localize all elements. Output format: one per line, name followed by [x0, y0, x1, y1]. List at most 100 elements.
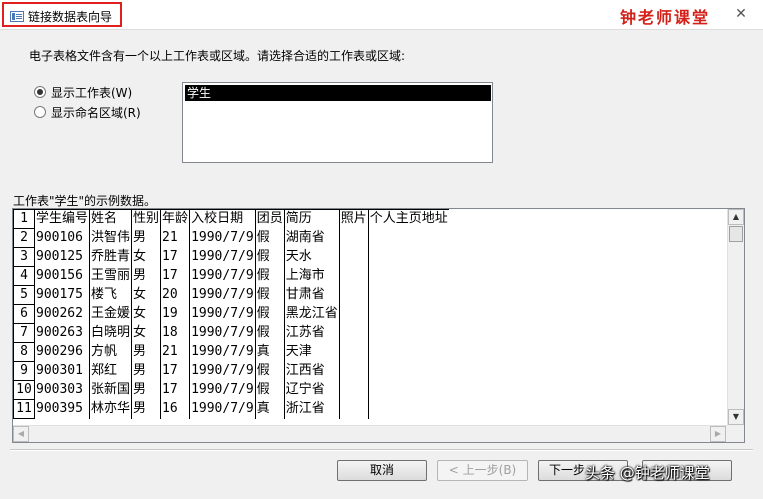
footer-divider: [10, 449, 753, 451]
scroll-left-icon[interactable]: ◀: [13, 426, 29, 442]
option-show-worksheets[interactable]: 显示工作表(W): [34, 84, 132, 100]
scroll-right-icon[interactable]: ▶: [710, 426, 726, 442]
row-number-cell: 5: [13, 285, 35, 305]
table-cell: 男: [131, 266, 161, 286]
table-cell: 照片: [338, 209, 369, 229]
table-row: 3 900125 乔胜青女 17 1990/7/9 假天水: [13, 247, 449, 267]
scroll-down-icon[interactable]: ▼: [728, 409, 744, 425]
table-cell: 男: [131, 361, 161, 381]
table-cell: 17: [160, 247, 190, 267]
table-cell: 900301: [33, 361, 90, 381]
table-cell: [367, 247, 449, 267]
cancel-button[interactable]: 取消: [337, 460, 427, 481]
table-cell: 900156: [33, 266, 90, 286]
table-cell: [338, 399, 369, 419]
table-cell: 21: [160, 228, 190, 248]
table-cell: [338, 247, 369, 267]
table-row: 2 900106 洪智伟男 21 1990/7/9 假湖南省: [13, 228, 449, 248]
brand-label: 钟老师课堂: [620, 8, 711, 27]
table-cell: 900395: [33, 399, 90, 419]
table-cell: 郑红: [89, 361, 132, 381]
table-cell: 900175: [33, 285, 90, 305]
table-cell: [367, 228, 449, 248]
table-cell: 18: [160, 323, 190, 343]
sheet-listbox[interactable]: 学生: [182, 82, 493, 163]
vertical-scroll-thumb[interactable]: [729, 226, 743, 242]
table-cell: 年龄: [160, 209, 190, 229]
table-cell: 男: [131, 342, 161, 362]
table-cell: [338, 380, 369, 400]
table-cell: [367, 323, 449, 343]
title-highlight-box: 链接数据表向导: [2, 2, 122, 27]
table-cell: 甘肃省: [283, 285, 340, 305]
table-cell: 1990/7/9: [189, 285, 256, 305]
table-row: 7 900263 白晓明女 18 1990/7/9 假江苏省: [13, 323, 449, 343]
vertical-scrollbar[interactable]: ▲ ▼: [727, 209, 744, 426]
table-row: 10 900303 张新国男 17 1990/7/9 假辽宁省: [13, 380, 449, 400]
table-cell: 1990/7/9: [189, 342, 256, 362]
horizontal-scrollbar[interactable]: ◀ ▶: [13, 425, 727, 442]
table-cell: 湖南省: [283, 228, 340, 248]
table-cell: 男: [131, 228, 161, 248]
table-row: 11 900395 林亦华男 16 1990/7/9 真浙江省: [13, 399, 449, 419]
row-number-cell: 4: [13, 266, 35, 286]
table-cell: 真: [254, 399, 285, 419]
sheet-list-item-selected[interactable]: 学生: [185, 85, 491, 101]
table-cell: 1990/7/9: [189, 323, 256, 343]
table-cell: 1990/7/9: [189, 228, 256, 248]
table-cell: 辽宁省: [283, 380, 340, 400]
scroll-up-icon[interactable]: ▲: [728, 209, 744, 225]
table-cell: 女: [131, 304, 161, 324]
sample-data-grid[interactable]: 1 学生编号 姓名 性别 年龄 入校日期 团员 简历 照片 个人主页地址 2 900106 洪智伟男 21…: [12, 208, 745, 443]
table-cell: 1990/7/9: [189, 380, 256, 400]
sample-data-viewport: 1 学生编号 姓名 性别 年龄 入校日期 团员 简历 照片 个人主页地址 2 900106 洪智伟男 21…: [13, 209, 727, 426]
row-number-cell: 8: [13, 342, 35, 362]
table-cell: 女: [131, 285, 161, 305]
table-cell: 洪智伟: [89, 228, 132, 248]
table-cell: [367, 399, 449, 419]
table-cell: 王雪丽: [89, 266, 132, 286]
worksheet-radio[interactable]: [34, 86, 46, 98]
table-cell: 乔胜青: [89, 247, 132, 267]
row-number-cell: 9: [13, 361, 35, 381]
named-range-radio[interactable]: [34, 106, 46, 118]
table-cell: 简历: [283, 209, 340, 229]
table-cell: 女: [131, 323, 161, 343]
table-cell: 1990/7/9: [189, 266, 256, 286]
worksheet-radio-label[interactable]: 显示工作表(W): [51, 84, 132, 101]
table-cell: 900296: [33, 342, 90, 362]
table-cell: 男: [131, 380, 161, 400]
close-icon[interactable]: ✕: [733, 6, 749, 22]
table-cell: 假: [254, 228, 285, 248]
table-cell: 900263: [33, 323, 90, 343]
option-show-named-ranges[interactable]: 显示命名区域(R): [34, 104, 141, 120]
table-row: 9 900301 郑红男 17 1990/7/9 假江西省: [13, 361, 449, 381]
named-range-radio-label[interactable]: 显示命名区域(R): [51, 104, 141, 121]
table-row: 1 学生编号 姓名 性别 年龄 入校日期 团员 简历 照片 个人主页地址: [13, 209, 449, 229]
table-cell: 真: [254, 342, 285, 362]
table-cell: 假: [254, 285, 285, 305]
watermark: 头条 @钟老师课堂: [585, 464, 710, 482]
table-cell: 性别: [131, 209, 161, 229]
table-cell: 方帆: [89, 342, 132, 362]
row-number-cell: 10: [13, 380, 35, 400]
table-cell: 假: [254, 380, 285, 400]
table-cell: 1990/7/9: [189, 304, 256, 324]
table-cell: 900303: [33, 380, 90, 400]
table-cell: [338, 304, 369, 324]
table-cell: 假: [254, 266, 285, 286]
row-number-cell: 6: [13, 304, 35, 324]
table-cell: [367, 342, 449, 362]
table-cell: 张新国: [89, 380, 132, 400]
table-row: 6 900262 王金媛女 19 1990/7/9 假黑龙江省: [13, 304, 449, 324]
table-row: 8 900296 方帆男 21 1990/7/9 真天津: [13, 342, 449, 362]
table-cell: 天水: [283, 247, 340, 267]
title-bar: 链接数据表向导 钟老师课堂 ✕: [0, 0, 763, 30]
sample-data-table: 1 学生编号 姓名 性别 年龄 入校日期 团员 简历 照片 个人主页地址 2 900106 洪智伟男 21…: [13, 209, 449, 419]
table-cell: 林亦华: [89, 399, 132, 419]
table-row: 5 900175 楼飞女 20 1990/7/9 假甘肃省: [13, 285, 449, 305]
table-cell: 入校日期: [189, 209, 256, 229]
row-number-cell: 7: [13, 323, 35, 343]
table-cell: 楼飞: [89, 285, 132, 305]
back-button[interactable]: < 上一步(B): [437, 460, 528, 481]
